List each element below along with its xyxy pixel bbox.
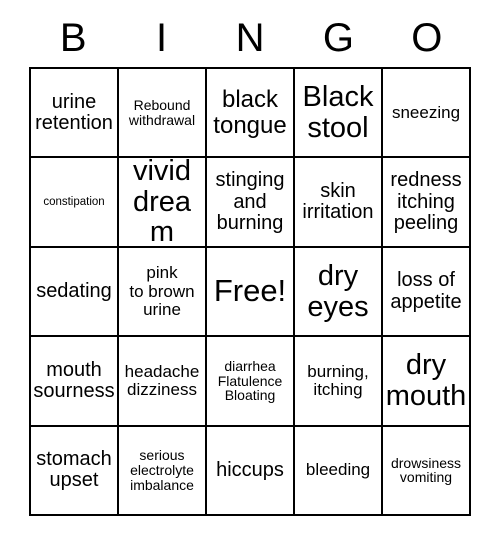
bingo-cell-label: pink to brown urine	[129, 263, 195, 319]
bingo-cell-label: drowsiness vomiting	[390, 454, 462, 486]
header-letter-o: O	[411, 15, 443, 60]
bingo-cell-label: stinging and burning	[215, 169, 285, 234]
bingo-cell-free-space[interactable]: Free!	[207, 247, 295, 338]
free-space-label: Free!	[213, 273, 287, 309]
bingo-cell-label: dry eyes	[307, 259, 369, 323]
header-letter-b: B	[59, 15, 87, 60]
bingo-cell-o3[interactable]: loss of appetite	[383, 247, 471, 338]
bingo-cell-g2[interactable]: skin irritation	[295, 158, 383, 248]
bingo-header-row: B I N G O	[29, 8, 471, 67]
bingo-cell-n1[interactable]: black tongue	[207, 69, 295, 159]
bingo-cell-i4[interactable]: headache dizziness	[119, 337, 207, 427]
bingo-cell-label: loss of appetite	[390, 269, 462, 313]
bingo-row: constipation vivid dream stinging and bu…	[31, 158, 471, 248]
bingo-row: sedating pink to brown urine Free! dry e…	[31, 247, 471, 338]
bingo-cell-label: constipation	[43, 196, 105, 209]
bingo-cell-label: bleeding	[305, 460, 371, 480]
bingo-cell-label: Rebound withdrawal	[128, 96, 196, 128]
bingo-cell-n5[interactable]: hiccups	[207, 426, 295, 517]
bingo-card: B I N G O urine retention Rebound withdr…	[0, 0, 500, 544]
bingo-cell-b3[interactable]: sedating	[31, 247, 119, 338]
bingo-cell-label: burning, itching	[307, 361, 369, 399]
bingo-cell-i5[interactable]: serious electrolyte imbalance	[119, 426, 207, 517]
bingo-cell-o4[interactable]: dry mouth	[383, 337, 471, 427]
header-letter-i: I	[156, 15, 168, 60]
bingo-cell-g5[interactable]: bleeding	[295, 426, 383, 517]
bingo-row: stomach upset serious electrolyte imbala…	[31, 426, 471, 517]
bingo-cell-b4[interactable]: mouth sourness	[31, 337, 119, 427]
bingo-cell-label: serious electrolyte imbalance	[130, 447, 194, 493]
bingo-cell-label: urine retention	[35, 90, 113, 134]
bingo-cell-label: mouth sourness	[33, 358, 115, 402]
bingo-cell-g3[interactable]: dry eyes	[295, 247, 383, 338]
bingo-cell-b1[interactable]: urine retention	[31, 69, 119, 159]
bingo-cell-n2[interactable]: stinging and burning	[207, 158, 295, 248]
bingo-cell-i3[interactable]: pink to brown urine	[119, 247, 207, 338]
bingo-cell-label: skin irritation	[302, 179, 374, 224]
bingo-cell-label: diarrhea Flatulence Bloating	[217, 357, 283, 404]
bingo-cell-i1[interactable]: Rebound withdrawal	[119, 69, 207, 159]
bingo-cell-label: redness itching peeling	[390, 169, 462, 234]
bingo-cell-n4[interactable]: diarrhea Flatulence Bloating	[207, 337, 295, 427]
bingo-cell-b5[interactable]: stomach upset	[31, 426, 119, 517]
bingo-cell-label: headache dizziness	[124, 361, 200, 399]
bingo-cell-label: sedating	[36, 279, 112, 302]
bingo-cell-label: stomach upset	[36, 448, 112, 492]
bingo-cell-label: dry mouth	[385, 349, 467, 412]
bingo-cell-label: vivid dream	[132, 158, 192, 248]
bingo-cell-label: hiccups	[216, 458, 284, 481]
bingo-cell-i2[interactable]: vivid dream	[119, 158, 207, 248]
bingo-grid: urine retention Rebound withdrawal black…	[29, 67, 471, 517]
bingo-cell-g4[interactable]: burning, itching	[295, 337, 383, 427]
bingo-cell-label: Black stool	[302, 80, 374, 144]
bingo-row: urine retention Rebound withdrawal black…	[31, 69, 471, 159]
bingo-cell-g1[interactable]: Black stool	[295, 69, 383, 159]
bingo-row: mouth sourness headache dizziness diarrh…	[31, 337, 471, 427]
bingo-cell-label: sneezing	[391, 102, 461, 122]
bingo-cell-o5[interactable]: drowsiness vomiting	[383, 426, 471, 517]
bingo-cell-o1[interactable]: sneezing	[383, 69, 471, 159]
bingo-cell-o2[interactable]: redness itching peeling	[383, 158, 471, 248]
header-letter-n: N	[235, 15, 265, 60]
bingo-cell-b2[interactable]: constipation	[31, 158, 119, 248]
header-letter-g: G	[322, 15, 354, 60]
bingo-cell-label: black tongue	[213, 86, 287, 139]
